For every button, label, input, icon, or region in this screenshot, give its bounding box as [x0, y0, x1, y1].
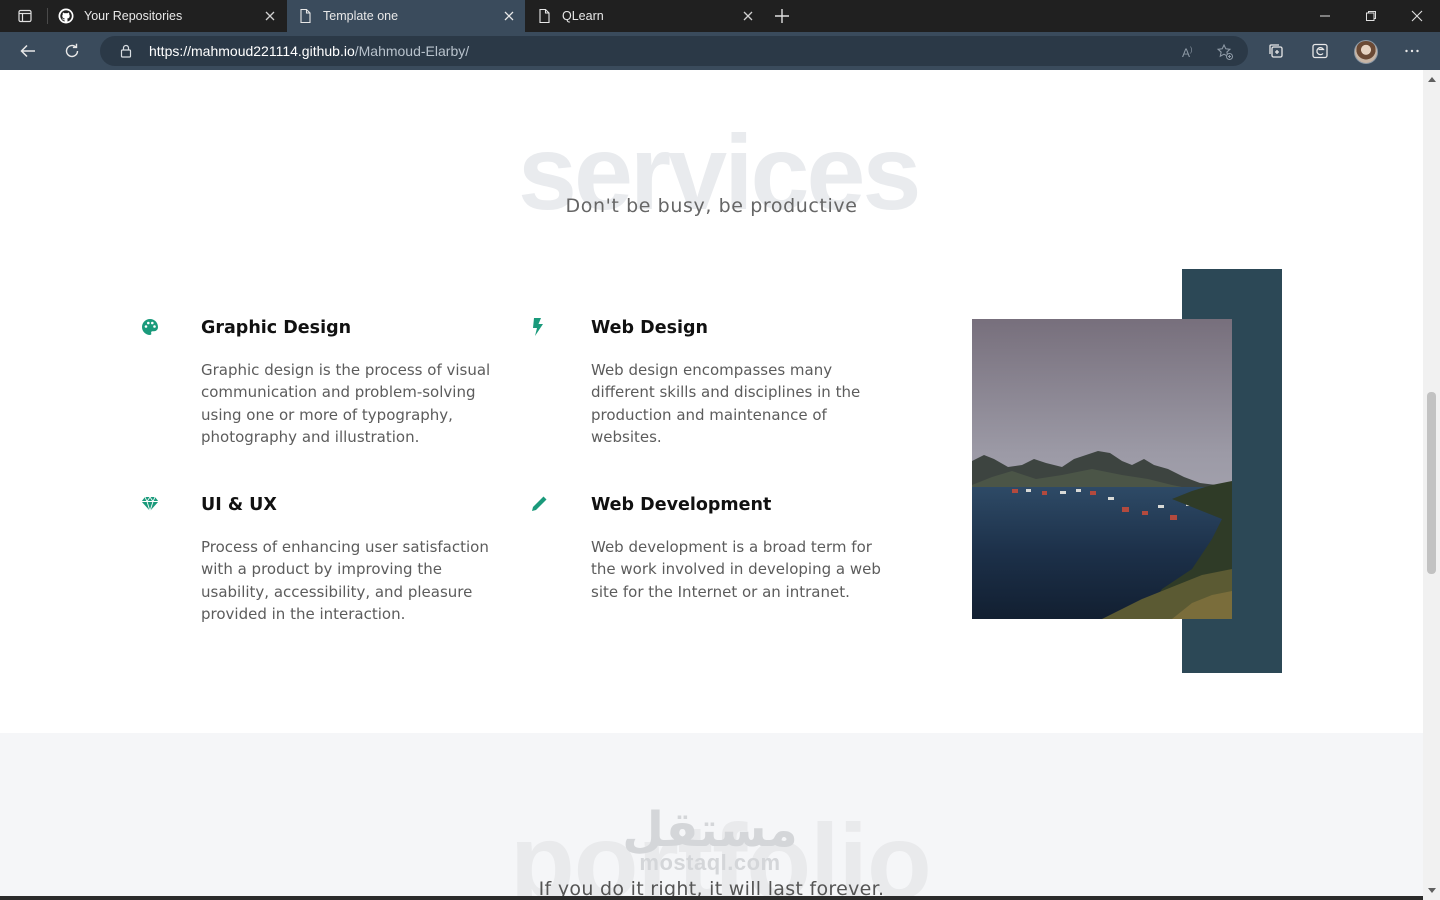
url-host: https://mahmoud221114.github.io: [149, 43, 355, 59]
close-window-button[interactable]: [1394, 0, 1440, 32]
page-icon: [297, 8, 313, 24]
tab-template-one[interactable]: Template one: [287, 0, 525, 32]
service-desc-web-development: Web development is a broad term for the …: [591, 538, 881, 601]
scroll-down-button[interactable]: [1423, 884, 1440, 898]
mostaql-watermark-text: mostaql.com: [639, 850, 781, 875]
tab-qlearn[interactable]: QLearn: [526, 0, 764, 32]
more-icon: [1405, 49, 1419, 53]
bolt-icon: [528, 317, 548, 337]
address-bar[interactable]: https://mahmoud221114.github.io/Mahmoud-…: [100, 36, 1248, 66]
window-controls: [1302, 0, 1440, 32]
github-icon: [58, 8, 74, 24]
new-tab-button[interactable]: [770, 4, 794, 28]
page-viewport: services Don't be busy, be productive Gr…: [0, 70, 1423, 900]
more-button[interactable]: [1398, 37, 1426, 65]
close-icon: [1411, 10, 1423, 22]
edge-icon: [1312, 43, 1328, 59]
window-bottom-edge: [0, 896, 1423, 900]
url-path: /Mahmoud-Elarby/: [354, 43, 470, 59]
url-text[interactable]: https://mahmoud221114.github.io/Mahmoud-…: [149, 36, 469, 66]
close-tab-icon[interactable]: [740, 8, 756, 24]
arrow-left-icon: [20, 44, 35, 58]
minimize-icon: [1320, 15, 1330, 17]
tab-title: Template one: [323, 9, 399, 23]
service-title-web-development: Web Development: [591, 495, 772, 515]
refresh-button[interactable]: [58, 37, 86, 65]
lock-icon: [120, 44, 132, 58]
edge-bar-button[interactable]: [1306, 37, 1334, 65]
back-button[interactable]: [14, 37, 42, 65]
caret-up-icon: [1427, 77, 1436, 82]
close-tab-icon[interactable]: [501, 8, 517, 24]
service-title-ui-ux: UI & UX: [201, 495, 277, 515]
close-tab-icon[interactable]: [262, 8, 278, 24]
service-title-graphic-design: Graphic Design: [201, 318, 352, 338]
svg-text:): ): [1190, 47, 1192, 54]
pencil-icon: [529, 494, 549, 514]
minimize-button[interactable]: [1302, 0, 1348, 32]
page-scrollbar[interactable]: [1423, 70, 1440, 900]
tab-title: QLearn: [562, 9, 604, 23]
add-favorite-icon[interactable]: [1216, 43, 1234, 61]
address-toolbar: https://mahmoud221114.github.io/Mahmoud-…: [0, 32, 1440, 70]
landscape-photo: [972, 319, 1232, 619]
mostaql-watermark: مستقل mostaql.com: [600, 798, 820, 878]
svg-text:مستقل: مستقل: [622, 802, 798, 854]
page-icon: [536, 8, 552, 24]
service-title-web-design: Web Design: [591, 318, 708, 338]
collections-button[interactable]: [1262, 37, 1290, 65]
scrollbar-thumb[interactable]: [1427, 392, 1436, 574]
profile-avatar[interactable]: [1354, 40, 1378, 64]
restore-icon: [1366, 11, 1376, 21]
service-desc-graphic-design: Graphic design is the process of visual …: [201, 361, 491, 446]
tab-actions-button[interactable]: [8, 0, 42, 32]
gem-icon: [140, 494, 160, 514]
tab-your-repositories[interactable]: Your Repositories: [48, 0, 286, 32]
refresh-icon: [65, 43, 79, 58]
tab-title: Your Repositories: [84, 9, 183, 23]
palette-icon: [140, 317, 160, 337]
service-desc-web-design: Web design encompasses many different sk…: [591, 361, 861, 446]
svg-text:A: A: [1182, 46, 1190, 60]
services-subtitle: Don't be busy, be productive: [565, 195, 858, 217]
caret-down-icon: [1427, 888, 1436, 893]
browser-tab-bar: Your Repositories Template one QLearn: [0, 0, 1440, 32]
read-aloud-icon[interactable]: A): [1180, 43, 1198, 61]
mostaql-logo: مستقل: [622, 802, 798, 858]
collections-icon: [1269, 44, 1283, 58]
tab-actions-icon: [18, 9, 32, 23]
plus-icon: [775, 9, 789, 23]
restore-button[interactable]: [1348, 0, 1394, 32]
service-desc-ui-ux: Process of enhancing user satisfaction w…: [201, 538, 489, 623]
scroll-up-button[interactable]: [1423, 72, 1440, 86]
